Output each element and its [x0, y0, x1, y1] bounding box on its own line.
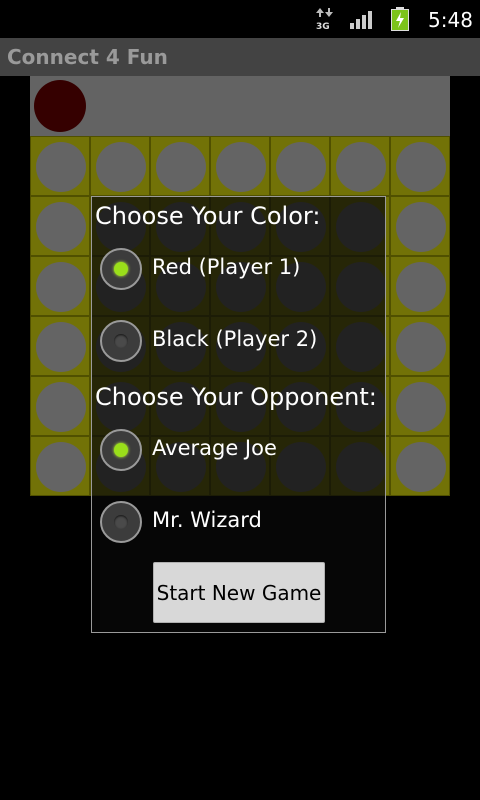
signal-icon — [350, 11, 372, 29]
new-game-dialog: Choose Your Color: Red (Player 1) Black … — [91, 196, 386, 633]
color-option-label: Red (Player 1) — [152, 255, 301, 279]
status-bar: 3G 5:48 — [0, 0, 480, 38]
opponent-heading: Choose Your Opponent: — [95, 383, 377, 411]
start-new-game-button[interactable]: Start New Game — [153, 562, 325, 623]
radio-button-checked[interactable] — [100, 429, 142, 471]
radio-button-unchecked[interactable] — [100, 501, 142, 543]
radio-button-checked[interactable] — [100, 248, 142, 290]
opponent-option-label: Mr. Wizard — [152, 508, 262, 532]
data-transfer-icon: 3G — [316, 8, 333, 31]
network-type-label: 3G — [316, 22, 330, 31]
radio-button-unchecked[interactable] — [100, 320, 142, 362]
color-option-label: Black (Player 2) — [152, 327, 318, 351]
title-bar: Connect 4 Fun — [0, 38, 480, 76]
app-title: Connect 4 Fun — [7, 45, 168, 69]
battery-charging-icon — [391, 7, 409, 31]
opponent-option-label: Average Joe — [152, 436, 277, 460]
clock: 5:48 — [428, 8, 473, 32]
color-heading: Choose Your Color: — [95, 202, 321, 230]
